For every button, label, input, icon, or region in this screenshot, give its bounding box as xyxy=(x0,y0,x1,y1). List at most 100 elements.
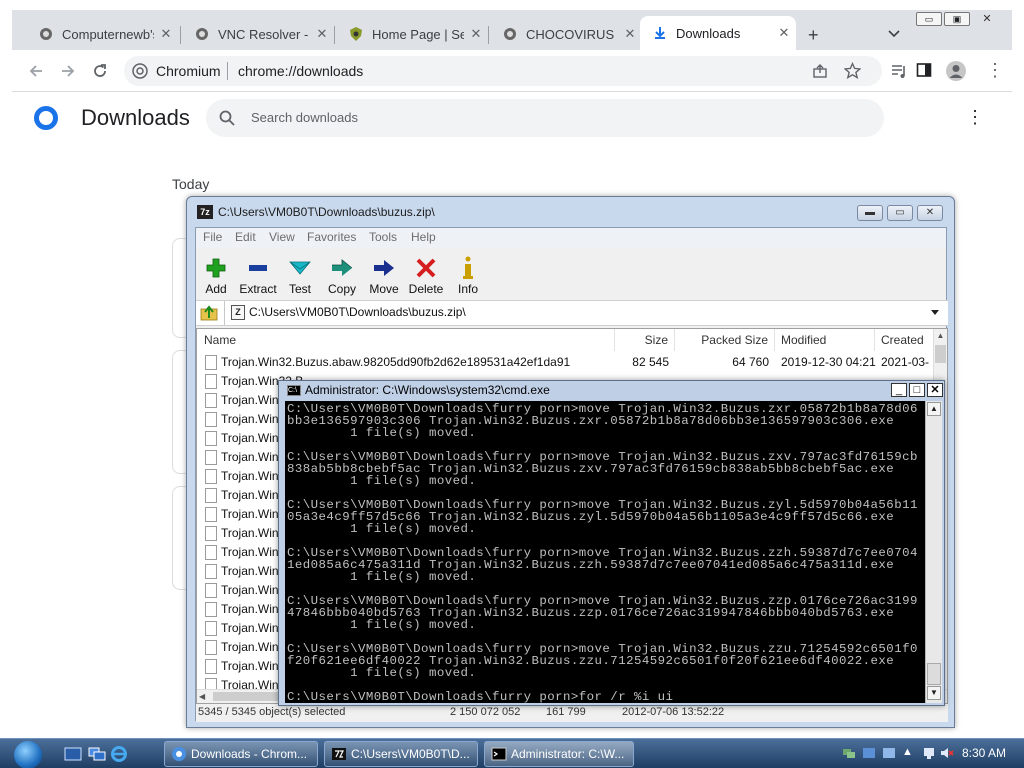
close-icon[interactable]: ✕ xyxy=(772,25,796,41)
info-button[interactable]: Info xyxy=(446,254,490,296)
taskbar-button-cmd[interactable]: Administrator: C:\W... xyxy=(484,741,634,767)
back-icon[interactable] xyxy=(26,61,46,81)
maximize-icon[interactable]: ▭ xyxy=(887,205,913,221)
add-label: Add xyxy=(205,282,227,296)
action-center-icon[interactable] xyxy=(922,746,936,760)
tab-vnc-resolver[interactable]: VNC Resolver - B ✕ xyxy=(182,18,334,50)
bookmark-star-icon[interactable] xyxy=(844,62,861,79)
column-name[interactable]: Name xyxy=(197,329,615,351)
chevron-down-icon[interactable] xyxy=(888,30,900,38)
taskbar-button-label: C:\Users\VM0B0T\D... xyxy=(351,747,470,761)
vertical-scrollbar[interactable]: ▲ ▼ xyxy=(925,401,942,703)
speaker-muted-icon[interactable] xyxy=(940,746,954,760)
profile-avatar-icon[interactable] xyxy=(946,61,966,81)
file-icon xyxy=(205,355,217,370)
tab-home-page[interactable]: Home Page | Ses ✕ xyxy=(336,18,488,50)
console-line: 1 file(s) moved. xyxy=(287,666,477,680)
side-panel-icon[interactable] xyxy=(916,62,932,78)
clock[interactable]: 8:30 AM xyxy=(962,746,1006,760)
taskbar-button-chromium[interactable]: Downloads - Chrom... xyxy=(164,741,318,767)
tab-chocovirus[interactable]: CHOCOVIRUS 98 ✕ xyxy=(490,18,642,50)
minimize-icon[interactable]: ▬ xyxy=(857,205,883,221)
address-bar[interactable]: Chromium chrome://downloads xyxy=(124,56,882,86)
search-downloads-input[interactable]: Search downloads xyxy=(206,99,884,137)
tab-strip: Computernewb's ✕ VNC Resolver - B ✕ Home… xyxy=(12,10,1012,50)
column-size[interactable]: Size xyxy=(615,329,675,351)
close-icon[interactable]: ✕ xyxy=(464,26,488,42)
taskbar-button-7zip[interactable]: C:\Users\VM0B0T\D... xyxy=(324,741,478,767)
tab-computernewb[interactable]: Computernewb's ✕ xyxy=(26,18,178,50)
scroll-up-icon[interactable]: ▲ xyxy=(934,329,947,343)
file-name: Trojan.Win xyxy=(221,640,279,654)
tab-downloads[interactable]: Downloads ✕ xyxy=(640,16,796,50)
minimize-icon[interactable]: ▭ xyxy=(916,12,942,26)
column-modified[interactable]: Modified xyxy=(775,329,875,351)
file-name: Trojan.Win xyxy=(221,545,279,559)
taskbar-button-label: Downloads - Chrom... xyxy=(191,747,308,761)
menu-help[interactable]: Help xyxy=(411,230,436,244)
file-name: Trojan.Win xyxy=(221,469,279,483)
extract-icon xyxy=(249,265,267,271)
scroll-thumb[interactable] xyxy=(927,663,941,685)
close-icon[interactable]: ✕ xyxy=(154,26,178,42)
show-desktop-icon[interactable] xyxy=(64,747,82,761)
maximize-icon[interactable]: □ xyxy=(909,383,925,397)
menu-favorites[interactable]: Favorites xyxy=(307,230,356,244)
close-icon[interactable]: ✕ xyxy=(972,12,1002,26)
minimize-icon[interactable]: _ xyxy=(891,383,907,397)
tab-divider xyxy=(180,26,181,44)
move-label: Move xyxy=(369,282,399,296)
maximize-icon[interactable]: ▣ xyxy=(944,12,970,26)
folder-up-icon[interactable] xyxy=(200,304,218,322)
menu-view[interactable]: View xyxy=(269,230,295,244)
delete-button[interactable]: Delete xyxy=(404,254,448,296)
table-row[interactable]: Trojan.Win32.Buzus.abaw.98205dd90fb2d62e… xyxy=(197,353,937,372)
downloads-logo-icon xyxy=(34,106,58,130)
menu-kebab-icon[interactable]: ⋮ xyxy=(986,60,1004,80)
switch-windows-icon[interactable] xyxy=(88,747,106,761)
close-icon[interactable]: ✕ xyxy=(917,205,943,221)
close-icon[interactable]: ✕ xyxy=(927,383,943,397)
file-name: Trojan.Win xyxy=(221,507,279,521)
reload-icon[interactable] xyxy=(90,61,110,81)
close-icon[interactable]: ✕ xyxy=(618,26,642,42)
console-output[interactable]: C:\Users\VM0B0T\Downloads\furry porn>mov… xyxy=(285,401,925,703)
column-packed-size[interactable]: Packed Size xyxy=(675,329,775,351)
menu-tools[interactable]: Tools xyxy=(369,230,397,244)
search-icon xyxy=(219,110,235,126)
file-icon xyxy=(205,393,217,408)
chevron-down-icon[interactable] xyxy=(931,310,939,316)
tray-icon[interactable] xyxy=(862,746,876,760)
file-name: Trojan.Win xyxy=(221,393,279,407)
menu-edit[interactable]: Edit xyxy=(235,230,256,244)
tray-icon[interactable] xyxy=(882,746,896,760)
path-combobox[interactable]: Z C:\Users\VM0B0T\Downloads\buzus.zip\ xyxy=(224,301,946,325)
scroll-down-icon[interactable]: ▼ xyxy=(927,686,941,700)
forward-icon[interactable] xyxy=(58,61,78,81)
scroll-left-icon[interactable]: ◀ xyxy=(199,690,205,704)
file-icon xyxy=(205,469,217,484)
network-tray-icon[interactable] xyxy=(842,746,856,760)
extract-button[interactable]: Extract xyxy=(236,254,280,296)
copy-label: Copy xyxy=(327,282,356,296)
close-icon[interactable]: ✕ xyxy=(310,26,334,42)
new-tab-plus-icon[interactable]: + xyxy=(808,26,819,44)
file-name: Trojan.Win xyxy=(221,621,279,635)
test-button[interactable]: Test xyxy=(278,254,322,296)
scroll-thumb[interactable] xyxy=(935,345,946,363)
tab-label: Home Page | Ses xyxy=(372,26,464,42)
copy-button[interactable]: Copy xyxy=(320,254,364,296)
internet-explorer-icon[interactable] xyxy=(110,745,128,763)
scroll-up-icon[interactable]: ▲ xyxy=(927,402,941,416)
start-button-icon[interactable] xyxy=(14,741,42,768)
show-hidden-icons-icon[interactable]: ▲ xyxy=(902,746,913,758)
download-icon xyxy=(655,27,665,39)
add-button[interactable]: Add xyxy=(194,254,238,296)
menu-file[interactable]: File xyxy=(203,230,222,244)
file-icon xyxy=(205,583,217,598)
column-created[interactable]: Created xyxy=(875,329,933,351)
media-controls-icon[interactable] xyxy=(890,62,908,80)
move-button[interactable]: Move xyxy=(362,254,406,296)
share-icon[interactable] xyxy=(812,63,828,79)
downloads-menu-icon[interactable]: ⋮ xyxy=(966,107,984,127)
